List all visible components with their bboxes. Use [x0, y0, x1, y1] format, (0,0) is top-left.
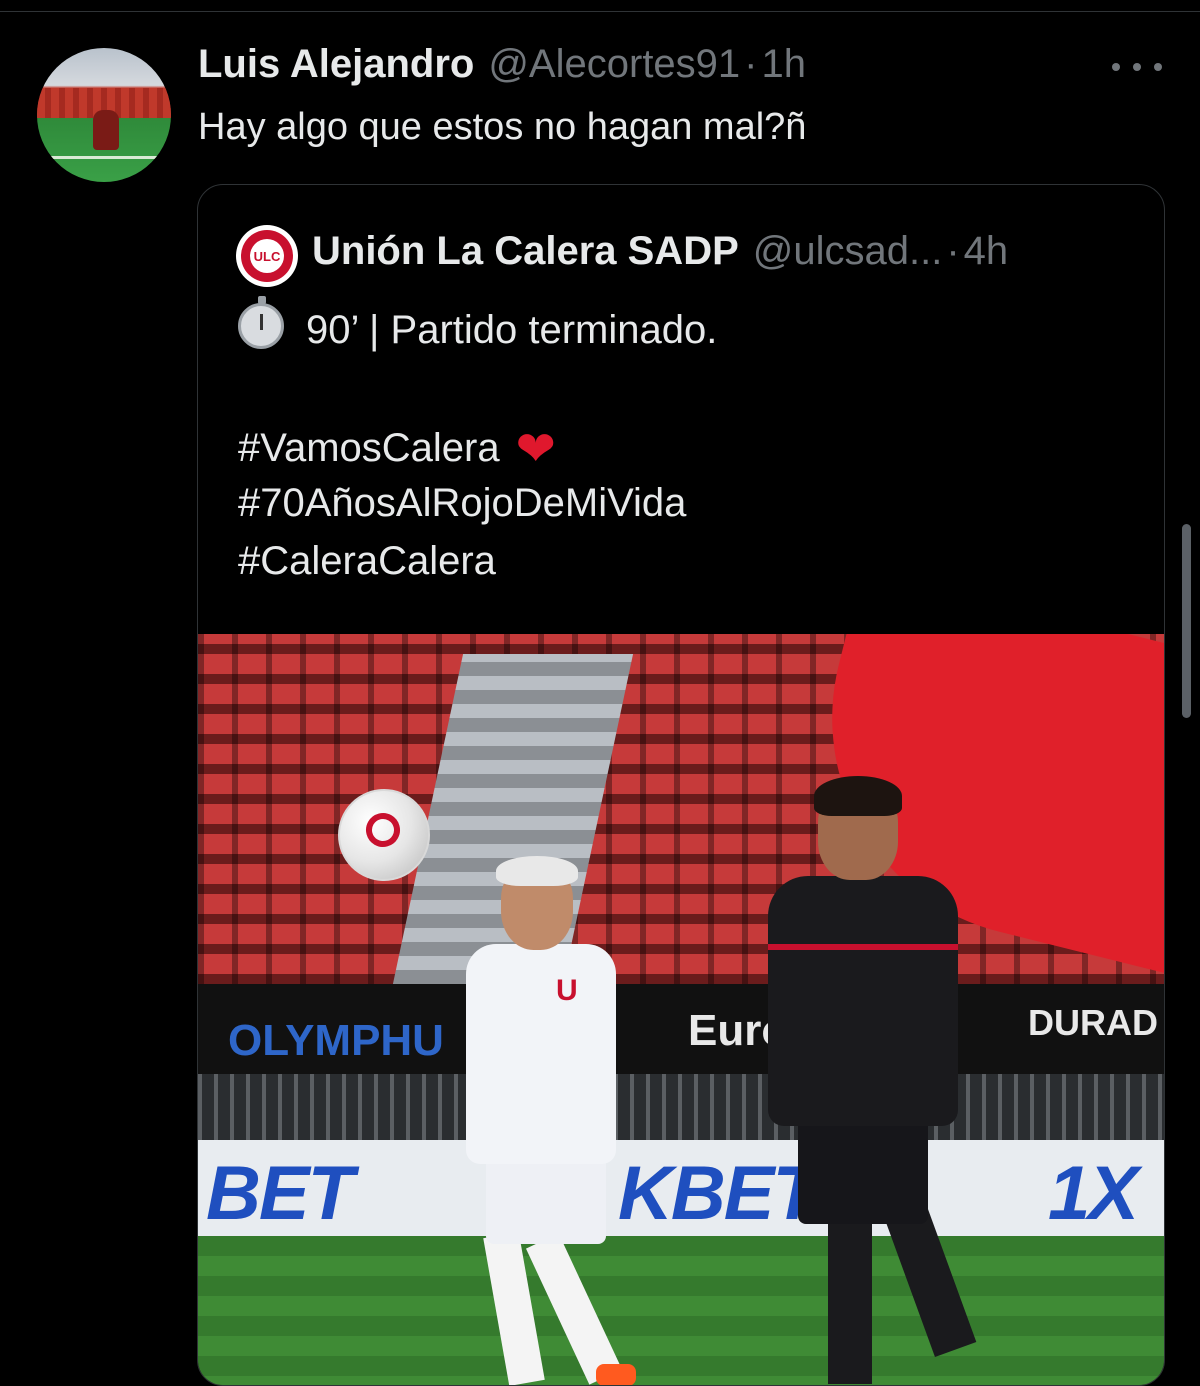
quoted-tweet[interactable]: ULC Unión La Calera SADP @ulcsad... · 4h… — [197, 184, 1165, 1386]
player-white-kit: U — [456, 856, 656, 1385]
author-name[interactable]: Luis Alejandro — [198, 42, 474, 87]
more-horizontal-icon[interactable] — [1112, 54, 1162, 80]
photo-adboard: BET KBET 1X — [198, 1140, 1164, 1236]
top-divider — [0, 0, 1200, 12]
quoted-line1: 90’ | Partido terminado. — [238, 296, 718, 353]
tweet-text: Hay algo que estos no hagan mal?ñ — [198, 106, 807, 148]
quoted-header: Unión La Calera SADP @ulcsad... · 4h — [312, 229, 1008, 274]
tweet-photo[interactable]: OLYMPHU Eurofa DURAD BET KBET 1X U — [198, 634, 1164, 1385]
quoted-line1-text: 90’ | Partido terminado. — [306, 308, 718, 352]
ulc-logo[interactable]: ULC — [236, 225, 298, 287]
tweet[interactable]: Luis Alejandro @Alecortes91 · 1h Hay alg… — [0, 12, 1200, 1386]
photo-boards: OLYMPHU Eurofa DURAD — [198, 984, 1164, 1074]
photo-ball — [338, 789, 430, 881]
hashtag-70anos[interactable]: #70AñosAlRojoDeMiVida — [238, 481, 686, 526]
quoted-author-name[interactable]: Unión La Calera SADP — [312, 229, 739, 274]
tweet-header: Luis Alejandro @Alecortes91 · 1h — [198, 42, 806, 94]
tweet-time[interactable]: 1h — [762, 42, 807, 87]
player-black-kit — [758, 776, 998, 1385]
board-text-right: DURAD — [1028, 1002, 1158, 1043]
quoted-time[interactable]: 4h — [964, 229, 1009, 274]
avatar-pitch-line — [37, 156, 171, 159]
hashtag-caleracalera[interactable]: #CaleraCalera — [238, 539, 496, 584]
stopwatch-icon — [238, 296, 284, 349]
photo-fence — [198, 1074, 1164, 1140]
ulc-logo-text: ULC — [250, 239, 284, 273]
hashtag-vamoscalera[interactable]: #VamosCalera — [238, 426, 500, 470]
header-separator: · — [744, 42, 758, 86]
scrollbar[interactable] — [1182, 524, 1191, 718]
heart-icon: ❤ — [515, 423, 556, 476]
photo-grass — [198, 1236, 1164, 1385]
avatar-figure — [93, 110, 119, 150]
quoted-hashtag-row1: #VamosCalera ❤ — [238, 421, 556, 477]
quoted-separator: · — [946, 229, 960, 273]
quoted-author-handle[interactable]: @ulcsad... — [753, 229, 943, 274]
avatar[interactable] — [37, 48, 171, 182]
ad-text-right: 1X — [1048, 1151, 1139, 1236]
board-text-left: OLYMPHU — [228, 1016, 444, 1065]
author-handle[interactable]: @Alecortes91 — [488, 42, 740, 87]
ad-text-left: BET — [206, 1151, 354, 1236]
